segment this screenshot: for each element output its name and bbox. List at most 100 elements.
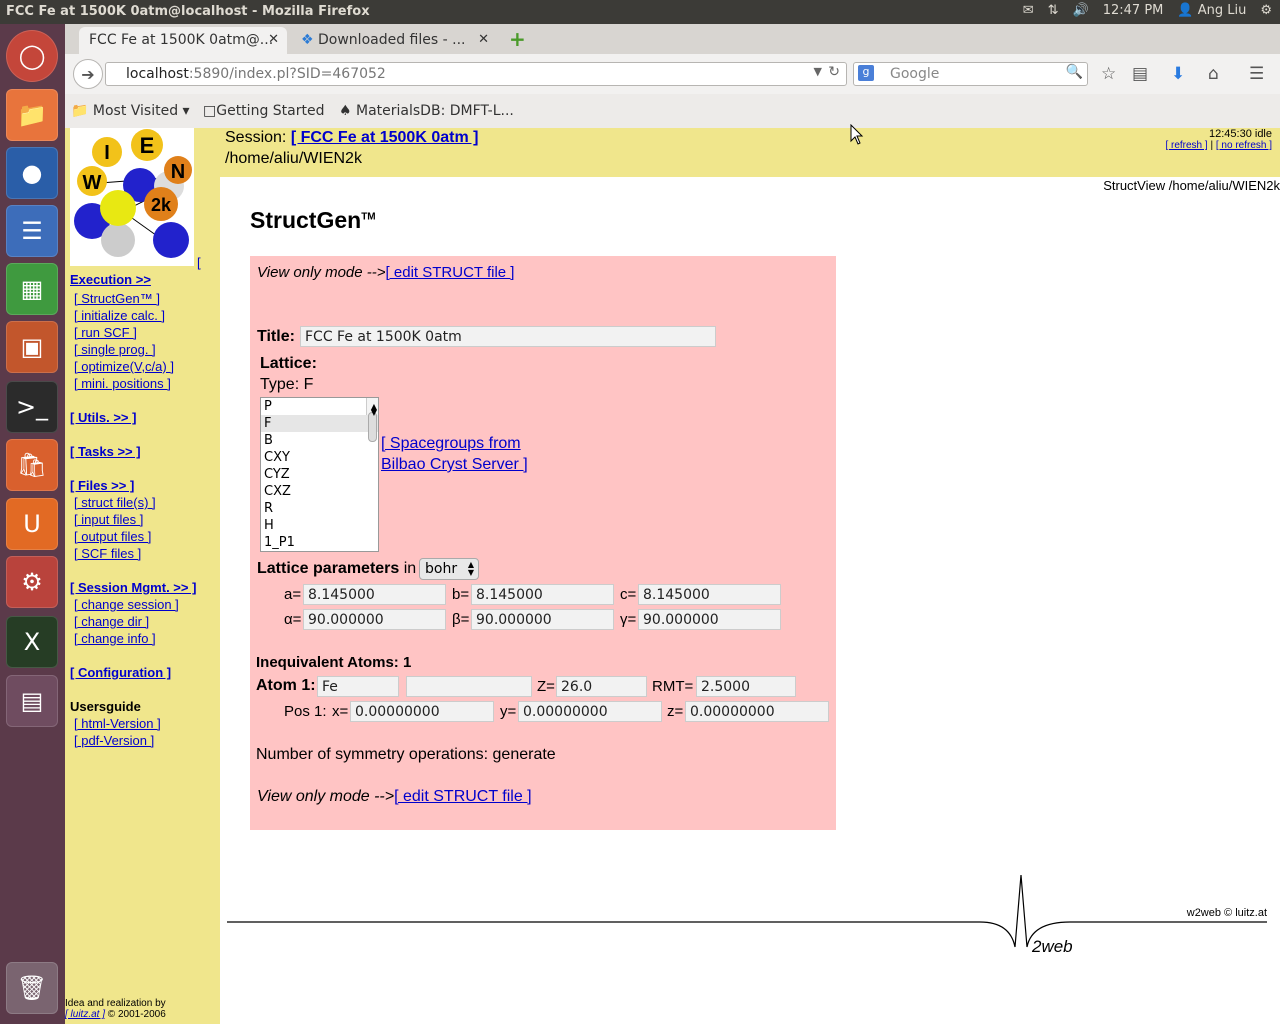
sidebar-item-change-info[interactable]: [ change info ]	[74, 631, 156, 646]
c-field[interactable]: 8.145000	[638, 584, 781, 605]
lattice-type-option[interactable]: H	[261, 517, 378, 534]
sidebar-item-pdf-version[interactable]: [ pdf-Version ]	[74, 733, 154, 748]
sidebar-item-run-scf[interactable]: [ run SCF ]	[74, 325, 137, 340]
sidebar-item-html-version[interactable]: [ html-Version ]	[74, 716, 161, 731]
sidebar-item-scf-files[interactable]: [ SCF files ]	[74, 546, 141, 561]
spacegroups-link[interactable]: [ Spacegroups from Bilbao Cryst Server ]	[381, 433, 528, 475]
pos-x-field[interactable]: 0.00000000	[350, 701, 494, 722]
session-name-link[interactable]: [ FCC Fe at 1500K 0atm ]	[291, 129, 479, 146]
atom-name-field[interactable]: Fe	[317, 676, 399, 697]
pos-z-field[interactable]: 0.00000000	[685, 701, 829, 722]
files-icon[interactable]: 📁	[6, 89, 58, 141]
google-icon[interactable]: g	[858, 65, 874, 81]
title-field[interactable]: FCC Fe at 1500K 0atm	[300, 326, 716, 347]
spacegroups-line-1: [ Spacegroups from	[381, 435, 521, 452]
sidebar-configuration[interactable]: [ Configuration ]	[70, 665, 171, 680]
xterm-icon[interactable]: X	[6, 616, 58, 668]
sidebar-session-mgmt[interactable]: [ Session Mgmt. >> ]	[70, 580, 196, 595]
lattice-type-option[interactable]: B	[261, 432, 378, 449]
lattice-type-option[interactable]: CXZ	[261, 483, 378, 500]
refresh-link[interactable]: [ refresh ]	[1165, 140, 1207, 151]
new-tab-icon[interactable]: +	[509, 27, 526, 51]
clock[interactable]: 12:47 PM	[1103, 3, 1164, 18]
session-label: Session:	[225, 129, 287, 146]
lattice-type-option[interactable]: F	[261, 415, 378, 432]
trash-icon[interactable]: 🗑	[6, 962, 58, 1014]
power-icon[interactable]: ⚙	[1260, 3, 1272, 18]
bookmarks-menu-icon[interactable]: ▤	[1132, 64, 1148, 84]
lattice-type-option[interactable]: R	[261, 500, 378, 517]
tab-downloaded-files[interactable]: ❖ Downloaded files - ... ✕	[291, 27, 497, 54]
tab-structgen[interactable]: FCC Fe at 1500K 0atm@... ✕	[79, 27, 287, 54]
sidebar-item-single-prog[interactable]: [ single prog. ]	[74, 342, 156, 357]
reload-icon[interactable]: ↻	[828, 64, 840, 80]
sidebar-item-input-files[interactable]: [ input files ]	[74, 512, 143, 527]
menu-icon[interactable]: ☰	[1249, 64, 1264, 84]
sidebar-item-mini-positions[interactable]: [ mini. positions ]	[74, 376, 171, 391]
firefox-icon[interactable]: ●	[6, 147, 58, 199]
downloads-icon[interactable]: ⬇	[1171, 64, 1185, 84]
sidebar-item-output-files[interactable]: [ output files ]	[74, 529, 151, 544]
lattice-type-option[interactable]: CXY	[261, 449, 378, 466]
user-menu[interactable]: 👤 Ang Liu	[1177, 3, 1246, 18]
sidebar-item-structgen[interactable]: [ StructGen™ ]	[74, 291, 160, 306]
sidebar-item-initialize[interactable]: [ initialize calc. ]	[74, 308, 165, 323]
no-refresh-link[interactable]: [ no refresh ]	[1216, 140, 1272, 151]
sidebar-item-change-session[interactable]: [ change session ]	[74, 597, 179, 612]
workspace-switcher-icon[interactable]: ▤	[6, 675, 58, 727]
calc-icon[interactable]: ▦	[6, 263, 58, 315]
close-tab-icon[interactable]: ✕	[478, 32, 489, 47]
rmt-field[interactable]: 2.5000	[696, 676, 796, 697]
url-dropdown-icon[interactable]: ▼	[814, 65, 822, 78]
network-icon[interactable]: ⇅	[1048, 3, 1059, 18]
terminal-icon[interactable]: >_	[6, 381, 58, 433]
alpha-field[interactable]: 90.000000	[303, 609, 446, 630]
lattice-type-option[interactable]: CYZ	[261, 466, 378, 483]
volume-icon[interactable]: 🔊	[1073, 3, 1089, 18]
sidebar-item-change-dir[interactable]: [ change dir ]	[74, 614, 149, 629]
bookmark-star-icon[interactable]: ☆	[1101, 64, 1116, 84]
writer-icon[interactable]: ☰	[6, 205, 58, 257]
bookmark-materialsdb[interactable]: ♠ MaterialsDB: DMFT-L...	[339, 103, 514, 119]
edit-struct-link-top[interactable]: [ edit STRUCT file ]	[386, 264, 515, 281]
system-settings-icon[interactable]: ⚙	[6, 556, 58, 608]
browser-chrome: FCC Fe at 1500K 0atm@... ✕ ❖ Downloaded …	[65, 24, 1280, 128]
home-icon[interactable]: ⌂	[1208, 64, 1219, 84]
list-scrollbar[interactable]: ▲ ▼	[366, 398, 378, 442]
impress-icon[interactable]: ▣	[6, 321, 58, 373]
sidebar-files[interactable]: [ Files >> ]	[70, 478, 134, 493]
ubuntu-one-icon[interactable]: U	[6, 498, 58, 550]
url-bar[interactable]: localhost:5890/index.pl?SID=467052 ▼ ↻	[105, 62, 847, 86]
lattice-type: Type: F	[260, 376, 314, 393]
sidebar-execution[interactable]: Execution >>	[70, 272, 151, 287]
pos-y-field[interactable]: 0.00000000	[518, 701, 662, 722]
scroll-down-icon[interactable]: ▼	[367, 404, 378, 417]
lattice-type-option[interactable]: P	[261, 398, 378, 415]
mail-icon[interactable]: ✉	[1023, 3, 1034, 18]
search-icon[interactable]: 🔍	[1066, 64, 1083, 80]
sidebar-bracket[interactable]: [	[197, 255, 201, 270]
edit-struct-link-bottom[interactable]: [ edit STRUCT file ]	[394, 788, 532, 805]
bookmark-most-visited[interactable]: 📁 Most Visited ▾	[71, 103, 190, 119]
ubuntu-dash-icon[interactable]: ◯	[6, 30, 58, 82]
tab-label: Downloaded files - ...	[318, 32, 466, 48]
z-number-field[interactable]: 26.0	[556, 676, 647, 697]
sidebar-item-struct-files[interactable]: [ struct file(s) ]	[74, 495, 156, 510]
lattice-type-option[interactable]: 1_P1	[261, 534, 378, 551]
b-field[interactable]: 8.145000	[471, 584, 614, 605]
unit-select[interactable]: bohr ▲ ▼	[419, 558, 479, 580]
beta-field[interactable]: 90.000000	[471, 609, 614, 630]
gamma-field[interactable]: 90.000000	[638, 609, 781, 630]
software-center-icon[interactable]: 🛍	[6, 439, 58, 491]
close-tab-icon[interactable]: ✕	[268, 32, 279, 47]
a-field[interactable]: 8.145000	[303, 584, 446, 605]
bookmark-getting-started[interactable]: □Getting Started	[203, 103, 324, 119]
credit-link[interactable]: [ luitz.at ]	[65, 1009, 105, 1020]
sidebar-utils[interactable]: [ Utils. >> ]	[70, 410, 136, 425]
back-button[interactable]: ➔	[73, 59, 103, 89]
sidebar-tasks[interactable]: [ Tasks >> ]	[70, 444, 141, 459]
search-bar[interactable]: g Google 🔍	[853, 62, 1088, 86]
atom-extra-field[interactable]	[406, 676, 532, 697]
lattice-type-list[interactable]: P F B CXY CYZ CXZ R H 1_P1 ▲ ▼	[260, 397, 379, 552]
sidebar-item-optimize[interactable]: [ optimize(V,c/a) ]	[74, 359, 174, 374]
